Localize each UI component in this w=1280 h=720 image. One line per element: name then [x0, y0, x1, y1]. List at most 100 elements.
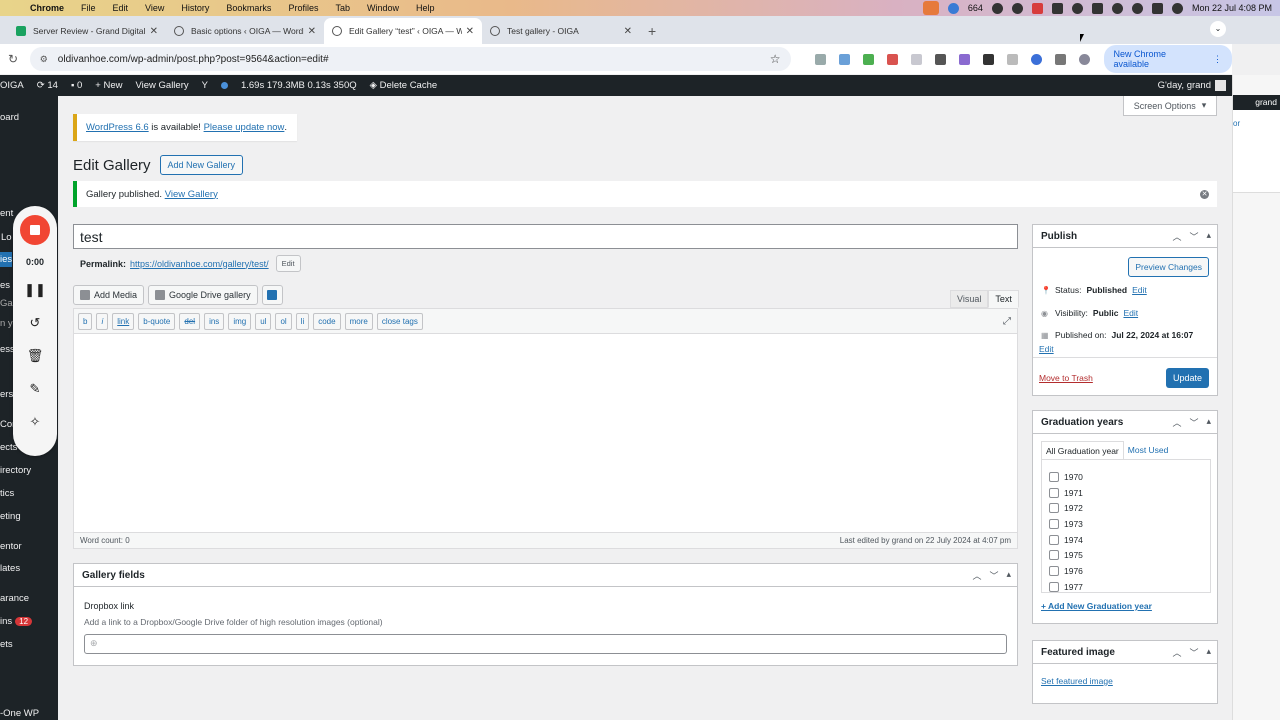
text-extension-icon[interactable]	[910, 53, 922, 65]
shield-icon[interactable]	[814, 53, 826, 65]
list-item[interactable]: 1977	[1042, 579, 1210, 592]
qt-ol-button[interactable]: ol	[275, 312, 292, 330]
qt-link-button[interactable]: link	[112, 312, 135, 330]
move-down-icon[interactable]: ﹀	[1189, 646, 1198, 659]
security-icon[interactable]	[1011, 2, 1023, 14]
menu-profiles[interactable]: Profiles	[288, 3, 318, 13]
qt-more-button[interactable]: more	[344, 312, 373, 330]
menu-file[interactable]: File	[81, 3, 96, 13]
yoast-icon[interactable]: Y	[202, 80, 208, 91]
dropbox-link-input[interactable]: ⊕	[84, 634, 1007, 654]
move-down-icon[interactable]: ﹀	[1189, 230, 1198, 243]
preview-changes-button[interactable]: Preview Changes	[1128, 257, 1209, 277]
menu-history[interactable]: History	[181, 3, 209, 13]
move-down-icon[interactable]: ﹀	[989, 569, 998, 582]
menu-elementor[interactable]: entor	[0, 541, 22, 552]
menu-plugins[interactable]: ins 12	[0, 616, 33, 627]
url-text[interactable]: oldivanhoe.com/wp-admin/post.php?post=95…	[58, 54, 329, 65]
menu-window[interactable]: Window	[367, 3, 399, 13]
tab-text[interactable]: Text	[988, 290, 1019, 308]
my-account[interactable]: G'day, grand	[1158, 80, 1226, 91]
grid-layout-button[interactable]	[261, 285, 283, 305]
updates-item[interactable]: ⟳ 14	[37, 80, 58, 91]
checkbox[interactable]	[1049, 503, 1059, 514]
menu-analytics[interactable]: tics	[0, 488, 14, 499]
delete-cache-item[interactable]: ◈ Delete Cache	[370, 80, 438, 91]
checkbox[interactable]	[1049, 518, 1059, 529]
checkbox[interactable]	[1049, 471, 1059, 482]
qt-blockquote-button[interactable]: b-quote	[138, 312, 176, 330]
qt-ul-button[interactable]: ul	[255, 312, 272, 330]
sheets-extension-icon[interactable]	[862, 53, 874, 65]
list-item[interactable]: 1971	[1042, 485, 1210, 501]
dismiss-icon[interactable]: ✕	[1200, 189, 1209, 199]
menu-dashboard[interactable]: oard	[0, 112, 19, 123]
list-item[interactable]: 1970	[1042, 469, 1210, 485]
tab-visual[interactable]: Visual	[950, 290, 989, 308]
list-item[interactable]: 1976	[1042, 563, 1210, 579]
qt-del-button[interactable]: del	[179, 312, 201, 330]
notification-count-icon[interactable]	[947, 2, 959, 14]
permalink-edit-button[interactable]: Edit	[275, 255, 301, 272]
stop-recording-button[interactable]	[20, 215, 50, 245]
wifi-icon[interactable]	[1111, 2, 1123, 14]
menu-chrome[interactable]: Chrome	[30, 3, 64, 13]
new-tab-button[interactable]: +	[648, 23, 656, 39]
effects-icon[interactable]: ✧	[30, 414, 41, 432]
menu-lo[interactable]: Lo	[1, 232, 12, 243]
tab-all-graduation-year[interactable]: All Graduation year	[1041, 441, 1124, 460]
menu-comments[interactable]: ent	[0, 208, 13, 219]
menu-snippets[interactable]: ets	[0, 639, 13, 650]
pencil-icon[interactable]: ✎	[30, 381, 41, 399]
more-icon[interactable]: ⋮	[1213, 54, 1222, 65]
checkbox[interactable]	[1049, 550, 1059, 561]
checkbox[interactable]	[1049, 581, 1059, 592]
toggle-icon[interactable]: ▴	[1006, 569, 1011, 582]
fullscreen-icon[interactable]: ⤢	[1003, 316, 1011, 327]
new-content-item[interactable]: + New	[95, 80, 122, 91]
puzzle-icon[interactable]	[1054, 53, 1066, 65]
menu-galleries[interactable]: ies	[0, 252, 12, 267]
wordpress-version-link[interactable]: WordPress 6.6	[86, 122, 149, 133]
menu-galleries-sub[interactable]: es	[0, 280, 10, 291]
site-name[interactable]: OIGA	[0, 80, 24, 91]
post-title-input[interactable]: test	[73, 224, 1018, 249]
menu-view[interactable]: View	[145, 3, 164, 13]
notion-icon[interactable]	[1051, 2, 1063, 14]
circle-extension-icon[interactable]	[1030, 53, 1042, 65]
qt-img-button[interactable]: img	[228, 312, 252, 330]
close-icon[interactable]: ✕	[624, 26, 632, 37]
google-drive-gallery-button[interactable]: Google Drive gallery	[148, 285, 258, 305]
tab-server-review[interactable]: Server Review - Grand Digital ✕	[8, 18, 166, 44]
menu-marketing[interactable]: eting	[0, 511, 21, 522]
published-on-edit-link[interactable]: Edit	[1039, 344, 1054, 354]
move-up-icon[interactable]: ︿	[1172, 230, 1181, 243]
search-icon[interactable]	[1131, 2, 1143, 14]
editor-textarea[interactable]	[74, 334, 1017, 533]
dark-extension-icon[interactable]	[934, 53, 946, 65]
clipper-icon[interactable]	[886, 53, 898, 65]
site-info-icon[interactable]: ⚙	[40, 54, 50, 65]
menu-bookmarks[interactable]: Bookmarks	[226, 3, 271, 13]
tab-basic-options[interactable]: Basic options ‹ OIGA — WordPress ✕	[166, 18, 324, 44]
qt-ins-button[interactable]: ins	[204, 312, 225, 330]
checkbox[interactable]	[1049, 487, 1059, 498]
comments-item[interactable]: ▪ 0	[71, 80, 82, 91]
checkbox[interactable]	[1049, 534, 1059, 545]
menu-directory[interactable]: irectory	[0, 465, 31, 476]
font-extension-icon[interactable]	[1006, 53, 1018, 65]
menu-edit[interactable]: Edit	[113, 3, 129, 13]
reload-icon[interactable]: ↻	[8, 52, 30, 66]
menu-appearance[interactable]: arance	[0, 593, 29, 604]
qt-code-button[interactable]: code	[313, 312, 341, 330]
move-up-icon[interactable]: ︿	[1172, 646, 1181, 659]
control-center-icon[interactable]	[1151, 2, 1163, 14]
list-item[interactable]: 1972	[1042, 500, 1210, 516]
add-media-button[interactable]: Add Media	[73, 285, 145, 305]
list-item[interactable]: 1975	[1042, 547, 1210, 563]
purple-extension-icon[interactable]	[958, 53, 970, 65]
restart-icon[interactable]: ↺	[30, 315, 41, 333]
move-up-icon[interactable]: ︿	[972, 569, 981, 582]
status-edit-link[interactable]: Edit	[1132, 285, 1147, 295]
permalink-url[interactable]: https://oldivanhoe.com/gallery/test/	[130, 259, 269, 269]
